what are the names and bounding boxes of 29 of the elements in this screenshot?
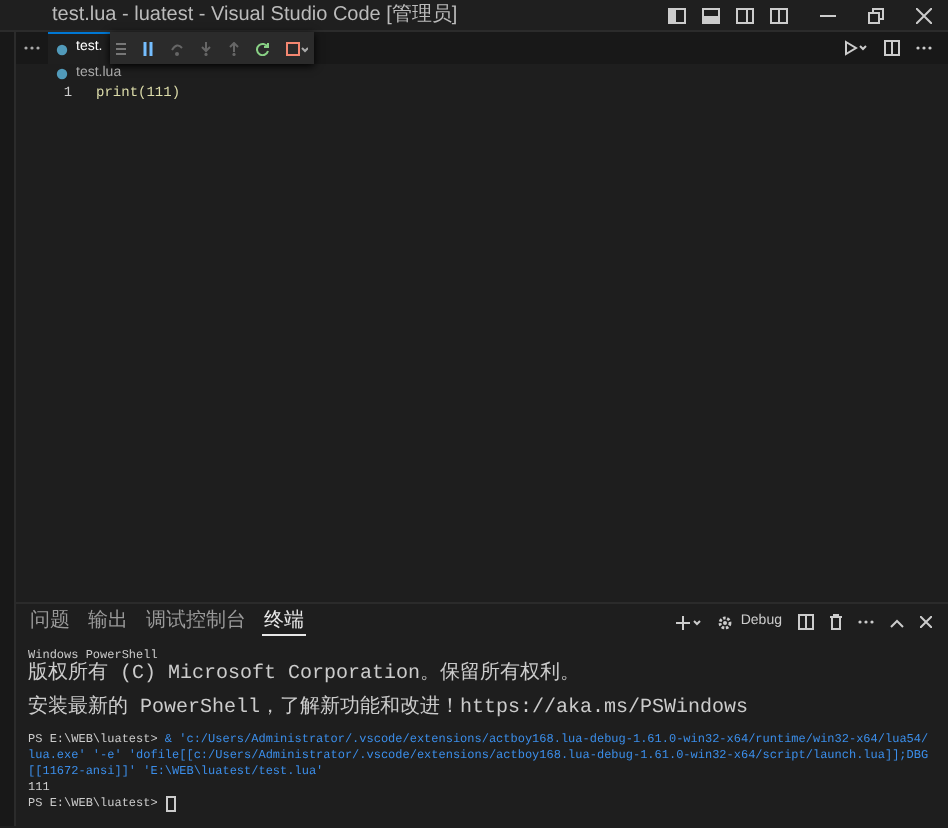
close-icon[interactable] — [920, 616, 932, 628]
restore-icon[interactable] — [868, 7, 884, 23]
gear-icon — [718, 615, 733, 629]
step-over-icon[interactable] — [170, 41, 185, 55]
panel-toggle-icon[interactable] — [702, 7, 720, 23]
new-terminal-icon[interactable] — [676, 615, 703, 629]
restart-icon[interactable] — [256, 41, 271, 55]
layout-icon[interactable] — [736, 7, 754, 23]
step-out-icon[interactable] — [228, 41, 241, 55]
terminal-cursor — [165, 796, 176, 812]
split-editor-icon[interactable] — [884, 40, 900, 56]
close-icon[interactable] — [916, 7, 932, 23]
grip-icon[interactable] — [116, 41, 127, 55]
split-terminal-icon[interactable] — [798, 614, 814, 630]
customize-layout-icon[interactable] — [770, 7, 788, 23]
panel-tab[interactable]: 终端 — [262, 608, 307, 636]
stop-icon[interactable] — [286, 41, 309, 55]
maximize-panel-icon[interactable] — [890, 617, 904, 627]
panel-tab[interactable]: 输出 — [86, 608, 131, 636]
step-into-icon[interactable] — [200, 41, 213, 55]
terminal-line: 版权所有 (C) Microsoft Corporation。保留所有权利。 — [28, 664, 583, 688]
pause-icon[interactable] — [142, 41, 155, 55]
panel-tab[interactable]: 问题 — [28, 608, 73, 636]
window-title: test.lua - luatest - Visual Studio Code [管理员] — [52, 1, 458, 29]
panel-tab[interactable]: 调试控制台 — [144, 608, 249, 636]
terminal-line: 安装最新的 PowerShell，了解新功能和改进！https://aka.ms/PSWindows — [28, 698, 751, 722]
run-debug-icon[interactable] — [844, 40, 868, 56]
trash-icon[interactable] — [830, 614, 842, 630]
sidebar-toggle-icon[interactable] — [668, 7, 686, 23]
